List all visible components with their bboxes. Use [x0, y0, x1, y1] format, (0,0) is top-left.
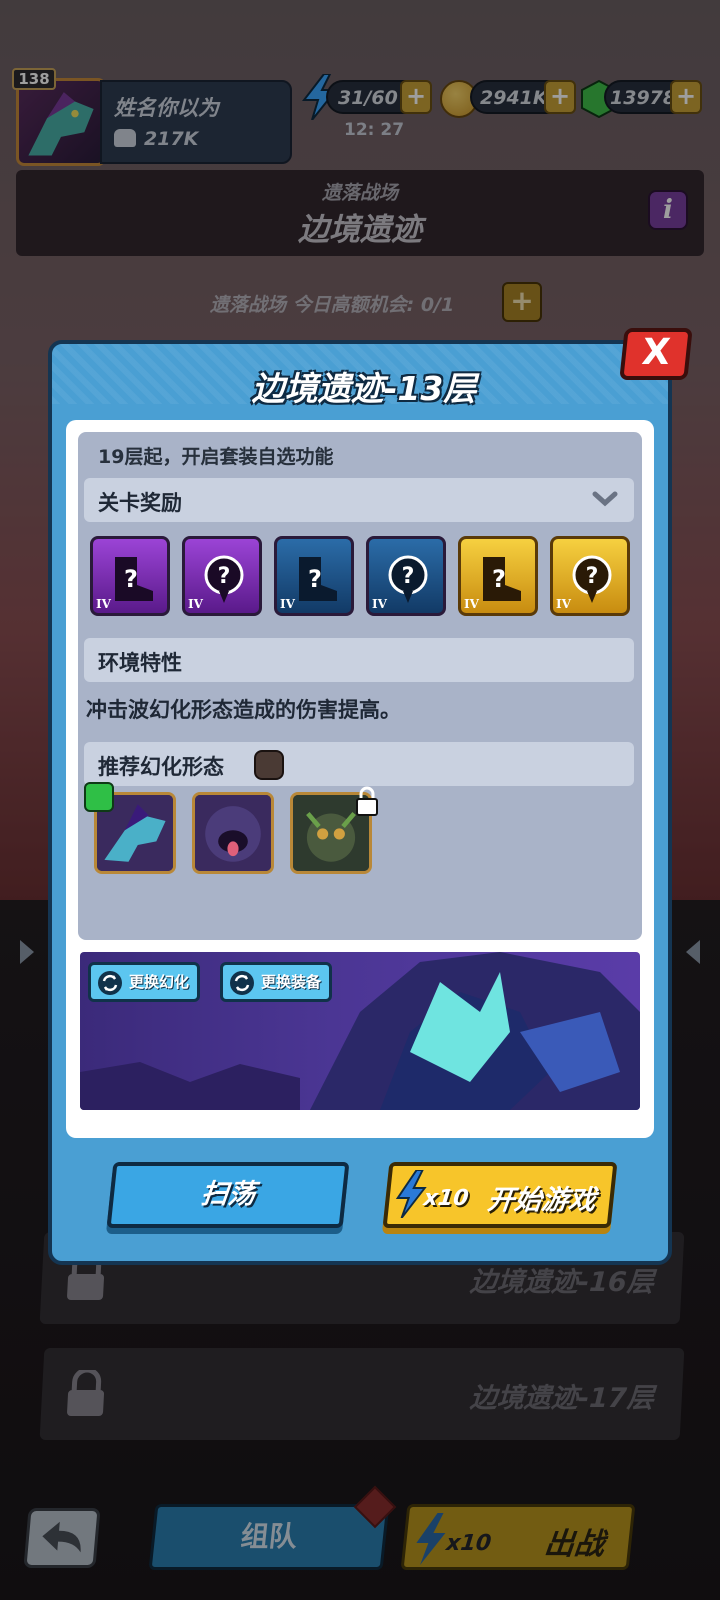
change-form-label: 更换幻化	[129, 973, 190, 991]
unlock-hint: 19层起，开启套装自选功能	[98, 446, 334, 468]
reward-tier: IV	[188, 597, 203, 611]
environment-description: 冲击波幻化形态造成的伤害提高。	[86, 698, 401, 722]
start-game-label: 开始游戏	[485, 1185, 598, 1216]
recommended-form-beast[interactable]	[192, 792, 274, 874]
modal-title: 边境遗迹-13层	[251, 369, 477, 408]
svg-text:?: ?	[402, 564, 415, 589]
amulet-icon: ?	[388, 555, 428, 603]
svg-text:?: ?	[492, 565, 506, 593]
close-button[interactable]: X	[619, 328, 693, 380]
reward-item[interactable]: ? IV	[550, 536, 630, 616]
reward-item[interactable]: ? IV	[274, 536, 354, 616]
amulet-icon: ?	[204, 555, 244, 603]
swap-icon	[230, 971, 254, 995]
amulet-icon: ?	[572, 555, 612, 603]
start-cost: x10	[422, 1186, 470, 1211]
svg-text:?: ?	[308, 565, 322, 593]
reward-tier: IV	[372, 597, 387, 611]
hero-preview: 更换幻化 更换装备	[80, 952, 640, 1110]
sweep-button[interactable]: 扫荡	[106, 1162, 350, 1228]
reward-item[interactable]: ? IV	[182, 536, 262, 616]
recommended-header: 推荐幻化形态	[84, 742, 634, 786]
swap-icon	[98, 971, 122, 995]
rewards-header[interactable]: 关卡奖励	[84, 478, 634, 522]
svg-text:?: ?	[586, 564, 599, 589]
svg-text:?: ?	[218, 564, 231, 589]
equipped-badge-icon	[84, 782, 114, 812]
boots-icon: ?	[115, 557, 153, 601]
change-gear-label: 更换装备	[261, 973, 322, 991]
reward-tier: IV	[280, 597, 295, 611]
reward-item[interactable]: ? IV	[458, 536, 538, 616]
reward-item[interactable]: ? IV	[366, 536, 446, 616]
reward-tier: IV	[556, 597, 571, 611]
modal-content: 19层起，开启套装自选功能 关卡奖励 ? IV ? IV ? IV ? IV ?…	[66, 420, 654, 1138]
reward-tier: IV	[96, 597, 111, 611]
start-game-button[interactable]: x10 开始游戏	[382, 1162, 618, 1228]
change-gear-button[interactable]: 更换装备	[220, 962, 333, 1002]
level-detail-modal: 边境遗迹-13层 19层起，开启套装自选功能 关卡奖励 ? IV ? IV ? …	[48, 340, 672, 1265]
chevron-down-icon[interactable]	[592, 486, 618, 512]
environment-header: 环境特性	[84, 638, 634, 682]
padlock-icon	[356, 786, 378, 816]
reward-item[interactable]: ? IV	[90, 536, 170, 616]
boots-icon: ?	[483, 557, 521, 601]
reward-tier: IV	[464, 597, 479, 611]
recommended-header-label: 推荐幻化形态	[98, 755, 224, 779]
change-form-button[interactable]: 更换幻化	[88, 962, 201, 1002]
boots-icon: ?	[299, 557, 337, 601]
svg-text:?: ?	[124, 565, 138, 593]
environment-header-label: 环境特性	[98, 651, 182, 675]
rewards-header-label: 关卡奖励	[98, 491, 182, 515]
shockwave-type-icon[interactable]	[254, 750, 284, 780]
beast-form-icon	[195, 795, 271, 871]
level-info-card: 19层起，开启套装自选功能 关卡奖励 ? IV ? IV ? IV ? IV ?…	[78, 432, 642, 940]
